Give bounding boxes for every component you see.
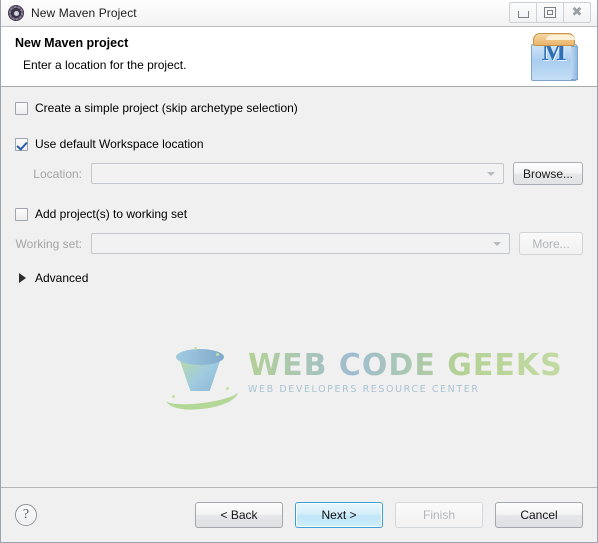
working-set-combo[interactable]: [91, 233, 510, 254]
help-icon[interactable]: ?: [15, 504, 37, 526]
working-set-row: Working set: More...: [15, 232, 583, 255]
location-combo[interactable]: [91, 163, 504, 184]
wizard-body: Create a simple project (skip archetype …: [1, 87, 597, 487]
working-set-checkbox-row[interactable]: Add project(s) to working set: [15, 207, 583, 221]
title-bar: New Maven Project ✖: [1, 0, 597, 27]
back-button[interactable]: < Back: [195, 502, 283, 528]
default-workspace-checkbox[interactable]: [15, 137, 28, 151]
advanced-label: Advanced: [35, 271, 89, 285]
web-code-geeks-logo-icon: [164, 347, 242, 419]
working-set-checkbox-label: Add project(s) to working set: [35, 207, 188, 221]
eclipse-wizard-icon: [8, 5, 24, 21]
default-workspace-checkbox-row[interactable]: Use default Workspace location: [15, 137, 583, 151]
chevron-down-icon[interactable]: [486, 171, 495, 176]
simple-project-checkbox[interactable]: [15, 101, 28, 115]
maximize-icon[interactable]: [536, 2, 564, 23]
next-button[interactable]: Next >: [295, 502, 383, 528]
default-workspace-label: Use default Workspace location: [35, 137, 204, 151]
maven-project-icon: M: [527, 33, 581, 83]
working-set-label: Working set:: [15, 236, 82, 251]
watermark-logo: WEB CODE GEEKS WEB DEVELOPERS RESOURCE C…: [164, 345, 562, 425]
close-icon[interactable]: ✖: [563, 2, 591, 23]
wizard-header: New Maven project Enter a location for t…: [1, 27, 597, 87]
page-title: New Maven project: [15, 36, 129, 50]
finish-button[interactable]: Finish: [395, 502, 483, 528]
advanced-section-toggle[interactable]: Advanced: [15, 271, 583, 285]
minimize-icon[interactable]: [509, 2, 537, 23]
watermark-title: WEB CODE GEEKS: [248, 348, 563, 383]
footer-button-group: < Back Next > Finish Cancel: [195, 502, 583, 528]
simple-project-checkbox-row[interactable]: Create a simple project (skip archetype …: [15, 101, 583, 115]
chevron-right-icon[interactable]: [19, 273, 26, 283]
working-set-checkbox[interactable]: [15, 207, 28, 221]
browse-button[interactable]: Browse...: [512, 162, 583, 185]
location-label: Location:: [33, 166, 82, 181]
window-controls: ✖: [509, 2, 591, 23]
window-title: New Maven Project: [31, 6, 137, 20]
page-subtitle: Enter a location for the project.: [23, 58, 187, 72]
watermark-subtitle: WEB DEVELOPERS RESOURCE CENTER: [248, 384, 480, 395]
location-row: Location: Browse...: [15, 162, 583, 185]
cancel-button[interactable]: Cancel: [495, 502, 583, 528]
dialog-footer: ? < Back Next > Finish Cancel: [1, 487, 597, 542]
simple-project-label: Create a simple project (skip archetype …: [35, 101, 298, 115]
new-maven-project-dialog: New Maven Project ✖ New Maven project En…: [0, 0, 598, 543]
more-button[interactable]: More...: [519, 232, 583, 255]
chevron-down-icon[interactable]: [493, 241, 501, 246]
